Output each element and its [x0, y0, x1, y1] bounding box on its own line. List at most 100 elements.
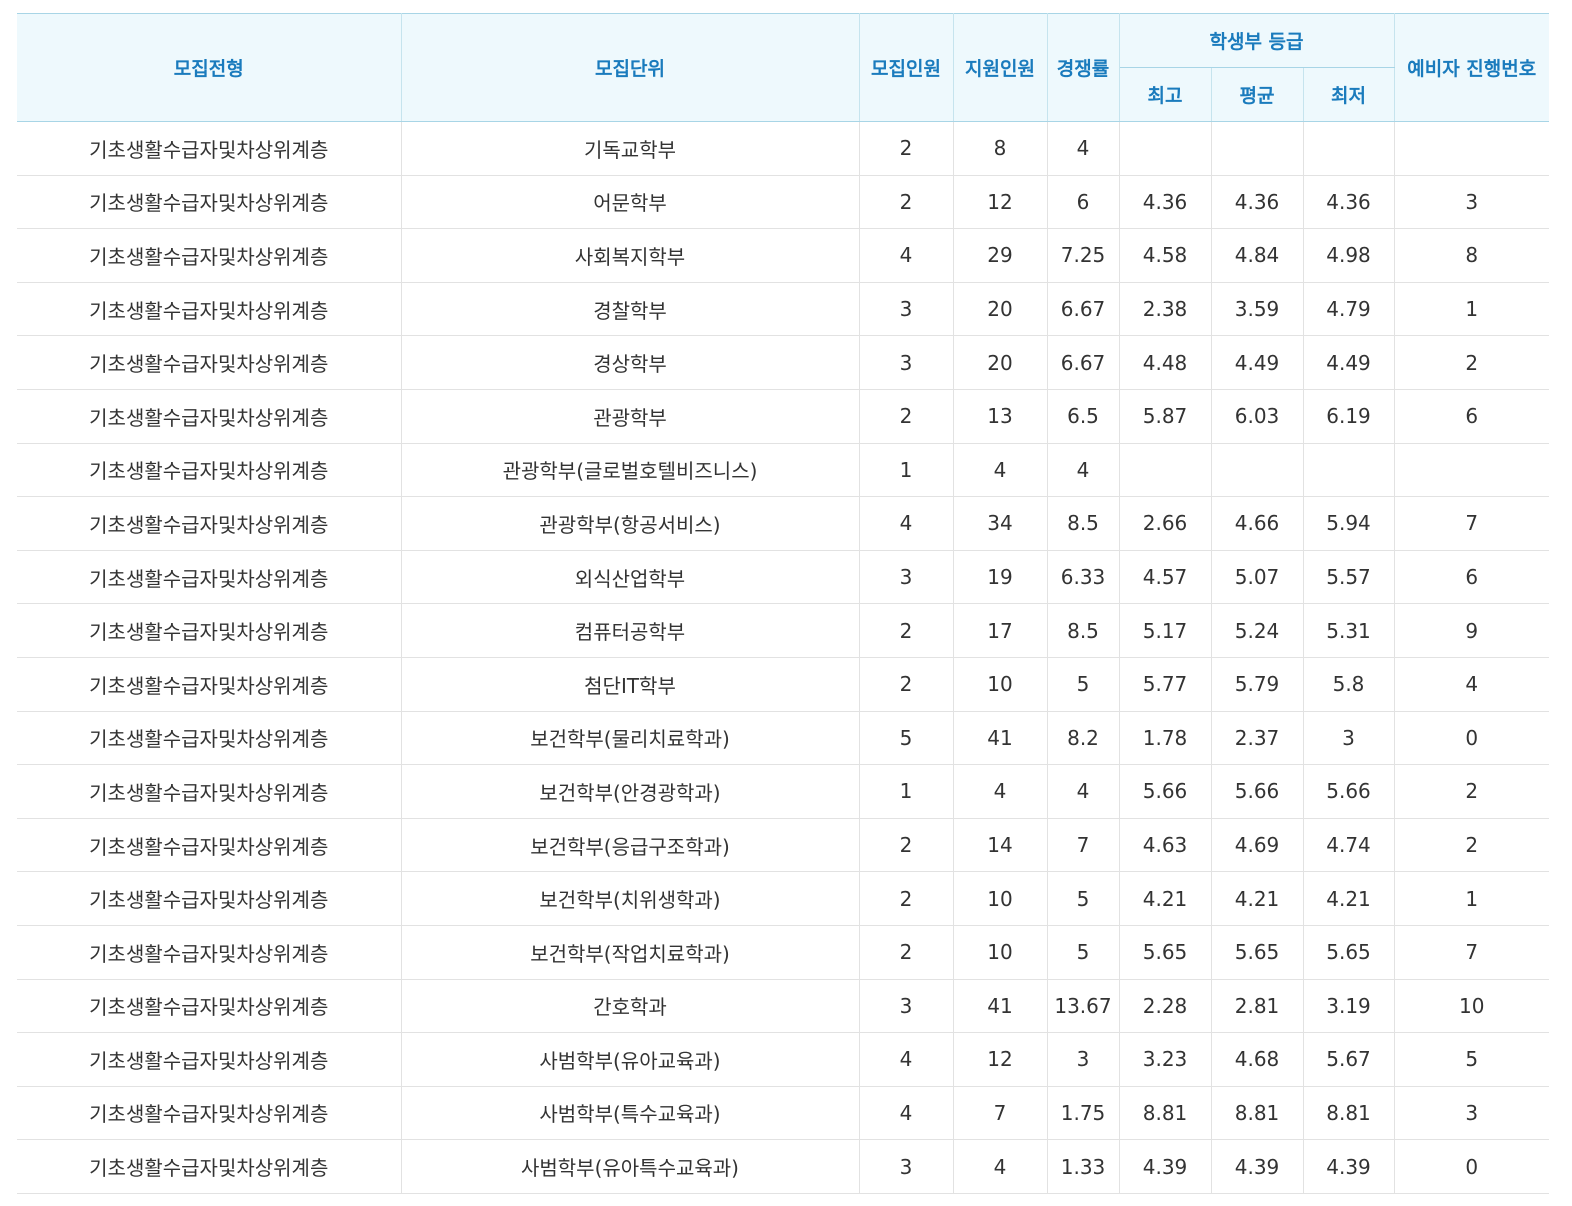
unit-cell: 보건학부(치위생학과)	[400, 871, 860, 926]
grade-max-cell: 4.21	[1118, 871, 1212, 926]
grade-avg-cell: 4.39	[1210, 1139, 1304, 1194]
ratio-cell: 8.2	[1046, 711, 1120, 766]
table-row: 기초생활수급자및차상위계층 보건학부(안경광학과) 1 4 4 5.66 5.66 5.66 2	[17, 764, 1549, 819]
unit-cell: 경상학부	[400, 335, 860, 390]
applicants-cell: 20	[952, 282, 1048, 337]
quota-cell: 2	[858, 603, 954, 658]
header-waitlist: 예비자 진행번호	[1393, 13, 1549, 122]
applicants-cell: 17	[952, 603, 1048, 658]
type-cell: 기초생활수급자및차상위계층	[17, 282, 402, 337]
grade-min-cell: 4.36	[1302, 175, 1395, 230]
table-row: 기초생활수급자및차상위계층 관광학부(글로벌호텔비즈니스) 1 4 4	[17, 443, 1549, 498]
grade-max-cell: 4.36	[1118, 175, 1212, 230]
grade-min-cell: 3.19	[1302, 979, 1395, 1034]
applicants-cell: 10	[952, 871, 1048, 926]
type-cell: 기초생활수급자및차상위계층	[17, 550, 402, 605]
grade-min-cell: 5.65	[1302, 925, 1395, 980]
quota-cell: 1	[858, 764, 954, 819]
table-row: 기초생활수급자및차상위계층 보건학부(물리치료학과) 5 41 8.2 1.78 2.37 3…	[17, 711, 1549, 766]
waitlist-cell: 0	[1393, 711, 1549, 766]
applicants-cell: 8	[952, 121, 1048, 176]
type-cell: 기초생활수급자및차상위계층	[17, 335, 402, 390]
header-grade-max: 최고	[1119, 67, 1212, 122]
grade-max-cell: 5.66	[1118, 764, 1212, 819]
table-row: 기초생활수급자및차상위계층 경상학부 3 20 6.67 4.48 4.49 4.49 2	[17, 335, 1549, 390]
table-row: 기초생활수급자및차상위계층 관광학부 2 13 6.5 5.87 6.03 6.19 6	[17, 389, 1549, 444]
grade-avg-cell: 4.36	[1210, 175, 1304, 230]
grade-min-cell	[1302, 121, 1395, 176]
applicants-cell: 12	[952, 175, 1048, 230]
table-row: 기초생활수급자및차상위계층 보건학부(작업치료학과) 2 10 5 5.65 5.65 5.6…	[17, 925, 1549, 980]
unit-cell: 관광학부(항공서비스)	[400, 496, 860, 551]
waitlist-cell: 10	[1393, 979, 1549, 1034]
ratio-cell: 7.25	[1046, 228, 1120, 283]
header-unit: 모집단위	[400, 13, 860, 122]
applicants-cell: 29	[952, 228, 1048, 283]
quota-cell: 2	[858, 175, 954, 230]
grade-min-cell: 4.98	[1302, 228, 1395, 283]
waitlist-cell: 8	[1393, 228, 1549, 283]
unit-cell: 보건학부(안경광학과)	[400, 764, 860, 819]
grade-avg-cell: 8.81	[1210, 1086, 1304, 1141]
quota-cell: 2	[858, 657, 954, 712]
header-grade-avg: 평균	[1210, 67, 1304, 122]
applicants-cell: 7	[952, 1086, 1048, 1141]
unit-cell: 보건학부(응급구조학과)	[400, 818, 860, 873]
waitlist-cell: 0	[1393, 1139, 1549, 1194]
unit-cell: 어문학부	[400, 175, 860, 230]
ratio-cell: 6.33	[1046, 550, 1120, 605]
grade-min-cell: 5.66	[1302, 764, 1395, 819]
ratio-cell: 6.5	[1046, 389, 1120, 444]
table-row: 기초생활수급자및차상위계층 어문학부 2 12 6 4.36 4.36 4.36 3	[17, 175, 1549, 230]
grade-max-cell: 3.23	[1118, 1032, 1212, 1087]
waitlist-cell: 1	[1393, 871, 1549, 926]
grade-avg-cell: 5.07	[1210, 550, 1304, 605]
grade-max-cell: 5.65	[1118, 925, 1212, 980]
waitlist-cell: 7	[1393, 496, 1549, 551]
grade-avg-cell: 2.81	[1210, 979, 1304, 1034]
grade-max-cell	[1118, 121, 1212, 176]
type-cell: 기초생활수급자및차상위계층	[17, 1139, 402, 1194]
grade-avg-cell: 5.65	[1210, 925, 1304, 980]
grade-avg-cell: 3.59	[1210, 282, 1304, 337]
applicants-cell: 19	[952, 550, 1048, 605]
waitlist-cell	[1393, 121, 1549, 176]
grade-max-cell: 1.78	[1118, 711, 1212, 766]
header-quota: 모집인원	[858, 13, 954, 122]
grade-max-cell: 5.77	[1118, 657, 1212, 712]
waitlist-cell: 5	[1393, 1032, 1549, 1087]
type-cell: 기초생활수급자및차상위계층	[17, 1032, 402, 1087]
unit-cell: 보건학부(작업치료학과)	[400, 925, 860, 980]
header-applicants: 지원인원	[952, 13, 1048, 122]
quota-cell: 2	[858, 925, 954, 980]
ratio-cell: 1.33	[1046, 1139, 1120, 1194]
waitlist-cell: 9	[1393, 603, 1549, 658]
type-cell: 기초생활수급자및차상위계층	[17, 603, 402, 658]
grade-min-cell: 6.19	[1302, 389, 1395, 444]
table-row: 기초생활수급자및차상위계층 첨단IT학부 2 10 5 5.77 5.79 5.8 4	[17, 657, 1549, 712]
waitlist-cell: 6	[1393, 550, 1549, 605]
quota-cell: 4	[858, 1086, 954, 1141]
ratio-cell: 1.75	[1046, 1086, 1120, 1141]
applicants-cell: 20	[952, 335, 1048, 390]
waitlist-cell: 6	[1393, 389, 1549, 444]
grade-max-cell: 4.57	[1118, 550, 1212, 605]
type-cell: 기초생활수급자및차상위계층	[17, 175, 402, 230]
table-row: 기초생활수급자및차상위계층 외식산업학부 3 19 6.33 4.57 5.07 5.57 6	[17, 550, 1549, 605]
quota-cell: 3	[858, 550, 954, 605]
header-ratio: 경쟁률	[1046, 13, 1120, 122]
unit-cell: 경찰학부	[400, 282, 860, 337]
waitlist-cell: 3	[1393, 1086, 1549, 1141]
waitlist-cell: 1	[1393, 282, 1549, 337]
grade-avg-cell: 4.66	[1210, 496, 1304, 551]
grade-max-cell: 8.81	[1118, 1086, 1212, 1141]
grade-avg-cell	[1210, 121, 1304, 176]
unit-cell: 사회복지학부	[400, 228, 860, 283]
ratio-cell: 8.5	[1046, 603, 1120, 658]
ratio-cell: 13.67	[1046, 979, 1120, 1034]
applicants-cell: 4	[952, 443, 1048, 498]
table-row: 기초생활수급자및차상위계층 컴퓨터공학부 2 17 8.5 5.17 5.24 5.31 9	[17, 603, 1549, 658]
unit-cell: 관광학부	[400, 389, 860, 444]
table-row: 기초생활수급자및차상위계층 사범학부(유아특수교육과) 3 4 1.33 4.39 4.39…	[17, 1139, 1549, 1194]
header-grade-group: 학생부 등급	[1118, 13, 1395, 68]
